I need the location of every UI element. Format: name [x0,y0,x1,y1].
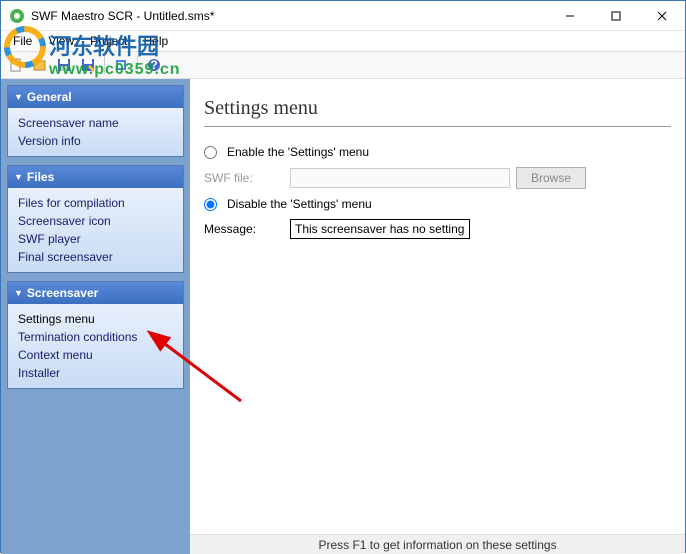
sidebar-item-termination[interactable]: Termination conditions [18,328,173,346]
chevron-down-icon: ▼ [14,92,23,102]
browse-button[interactable]: Browse [516,167,586,189]
panel-general-header[interactable]: ▼General [8,86,183,108]
chevron-down-icon: ▼ [14,172,23,182]
panel-screensaver-header[interactable]: ▼Screensaver [8,282,183,304]
content-pane: Settings menu Enable the 'Settings' menu… [190,79,685,554]
message-label: Message: [204,222,284,236]
sidebar-item-context-menu[interactable]: Context menu [18,346,173,364]
svg-text:?: ? [150,58,157,72]
panel-files-header[interactable]: ▼Files [8,166,183,188]
sidebar: ▼General Screensaver name Version info ▼… [1,79,190,554]
status-text: Press F1 to get information on these set… [318,538,556,552]
swf-file-input[interactable] [290,168,510,188]
close-button[interactable] [639,1,685,30]
radio-enable-settings[interactable] [204,146,217,159]
sidebar-item-screensaver-name[interactable]: Screensaver name [18,114,173,132]
radio-disable-settings[interactable] [204,198,217,211]
enable-settings-label: Enable the 'Settings' menu [227,145,369,159]
sidebar-item-settings-menu[interactable]: Settings menu [18,310,173,328]
disable-settings-label: Disable the 'Settings' menu [227,197,372,211]
menu-help[interactable]: Help [138,32,175,50]
new-button[interactable] [5,54,27,76]
sidebar-item-screensaver-icon[interactable]: Screensaver icon [18,212,173,230]
menu-file[interactable]: File [7,32,38,50]
open-button[interactable] [29,54,51,76]
menubar: File View Project Help [1,31,685,51]
page-title: Settings menu [204,97,671,127]
sidebar-item-swf-player[interactable]: SWF player [18,230,173,248]
saveas-button[interactable] [77,54,99,76]
minimize-button[interactable] [547,1,593,30]
menu-view[interactable]: View [42,32,80,50]
message-input[interactable] [290,219,470,239]
app-icon [9,8,25,24]
sidebar-item-installer[interactable]: Installer [18,364,173,382]
save-button[interactable] [53,54,75,76]
sidebar-item-version-info[interactable]: Version info [18,132,173,150]
chevron-down-icon: ▼ [14,288,23,298]
panel-files: ▼Files Files for compilation Screensaver… [7,165,184,273]
toolbar: ? [1,51,685,79]
menu-project[interactable]: Project [84,32,133,50]
sidebar-item-files-compilation[interactable]: Files for compilation [18,194,173,212]
swf-file-label: SWF file: [204,171,284,185]
panel-screensaver: ▼Screensaver Settings menu Termination c… [7,281,184,389]
sidebar-item-final-screensaver[interactable]: Final screensaver [18,248,173,266]
panel-general: ▼General Screensaver name Version info [7,85,184,157]
statusbar: Press F1 to get information on these set… [190,534,685,554]
maximize-button[interactable] [593,1,639,30]
window-title: SWF Maestro SCR - Untitled.sms* [31,9,547,23]
help-button[interactable]: ? [143,54,165,76]
titlebar: SWF Maestro SCR - Untitled.sms* [1,1,685,31]
build-button[interactable] [110,54,132,76]
